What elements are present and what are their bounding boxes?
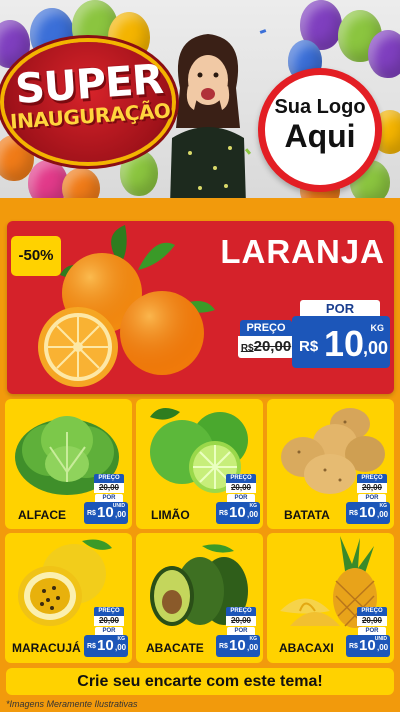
- woman-illustration: [170, 34, 246, 205]
- price-decimal: ,00: [363, 338, 389, 358]
- old-price-label: PREÇO: [357, 474, 387, 483]
- old-price: 20,00: [226, 483, 256, 493]
- old-price-label: PREÇO: [226, 474, 256, 483]
- old-price-label: PREÇO: [94, 607, 124, 616]
- price-tag: R$ 10,00 KG: [216, 502, 260, 524]
- price-tag: R$ 10,00 UNID: [346, 635, 390, 657]
- header-banner: SUPER INAUGURAÇÃO Sua Logo Aqui: [0, 0, 400, 205]
- price-tag: R$ 10,00 KG: [346, 502, 390, 524]
- price-tag: R$ 10,00 KG: [84, 635, 128, 657]
- disclaimer-text: *Imagens Meramente Ilustrativas: [6, 699, 138, 709]
- new-price-label: POR: [227, 494, 255, 502]
- price-tag: R$ 10,00 UNID: [84, 502, 128, 524]
- old-price: 20,00: [357, 483, 387, 493]
- divider-strip: [0, 198, 400, 216]
- new-price-label: POR: [358, 627, 386, 635]
- new-price-label: POR: [95, 627, 123, 635]
- old-price: 20,00: [357, 616, 387, 626]
- price-integer: 10: [324, 323, 365, 364]
- old-price: R$20,00: [238, 336, 294, 358]
- old-price: 20,00: [226, 616, 256, 626]
- discount-badge: -50%: [11, 236, 61, 276]
- old-price-label: PREÇO: [240, 320, 292, 336]
- logo-text-line2: Aqui: [284, 118, 356, 154]
- price-tag: R$ 10,00 KG: [216, 635, 260, 657]
- old-price: 20,00: [94, 616, 124, 626]
- product-name-abacaxi: ABACAXI: [279, 641, 334, 655]
- product-name-abacate: ABACATE: [146, 641, 204, 655]
- balloon-decoration: [120, 150, 158, 196]
- new-price-label: POR: [95, 494, 123, 502]
- product-name-batata: BATATA: [284, 508, 330, 522]
- product-name-maracuja: MARACUJÁ: [12, 641, 81, 655]
- product-name-limao: LIMÃO: [151, 508, 190, 522]
- hero-product-name: LARANJA: [220, 233, 385, 270]
- logo-text-line1: Sua Logo: [274, 96, 366, 118]
- hero-price-tag: R$ 10 ,00 KG: [292, 316, 390, 368]
- new-price-label: POR: [358, 494, 386, 502]
- confetti: [259, 29, 267, 34]
- old-price-label: PREÇO: [94, 474, 124, 483]
- old-price-label: PREÇO: [226, 607, 256, 616]
- balloon-decoration: [368, 30, 400, 78]
- cta-banner[interactable]: Crie seu encarte com este tema!: [6, 668, 394, 695]
- old-price-label: PREÇO: [357, 607, 387, 616]
- new-price-label: POR: [227, 627, 255, 635]
- old-price: 20,00: [94, 483, 124, 493]
- price-unit: KG: [370, 323, 385, 333]
- product-name-alface: ALFACE: [18, 508, 66, 522]
- price-currency: R$: [299, 338, 319, 355]
